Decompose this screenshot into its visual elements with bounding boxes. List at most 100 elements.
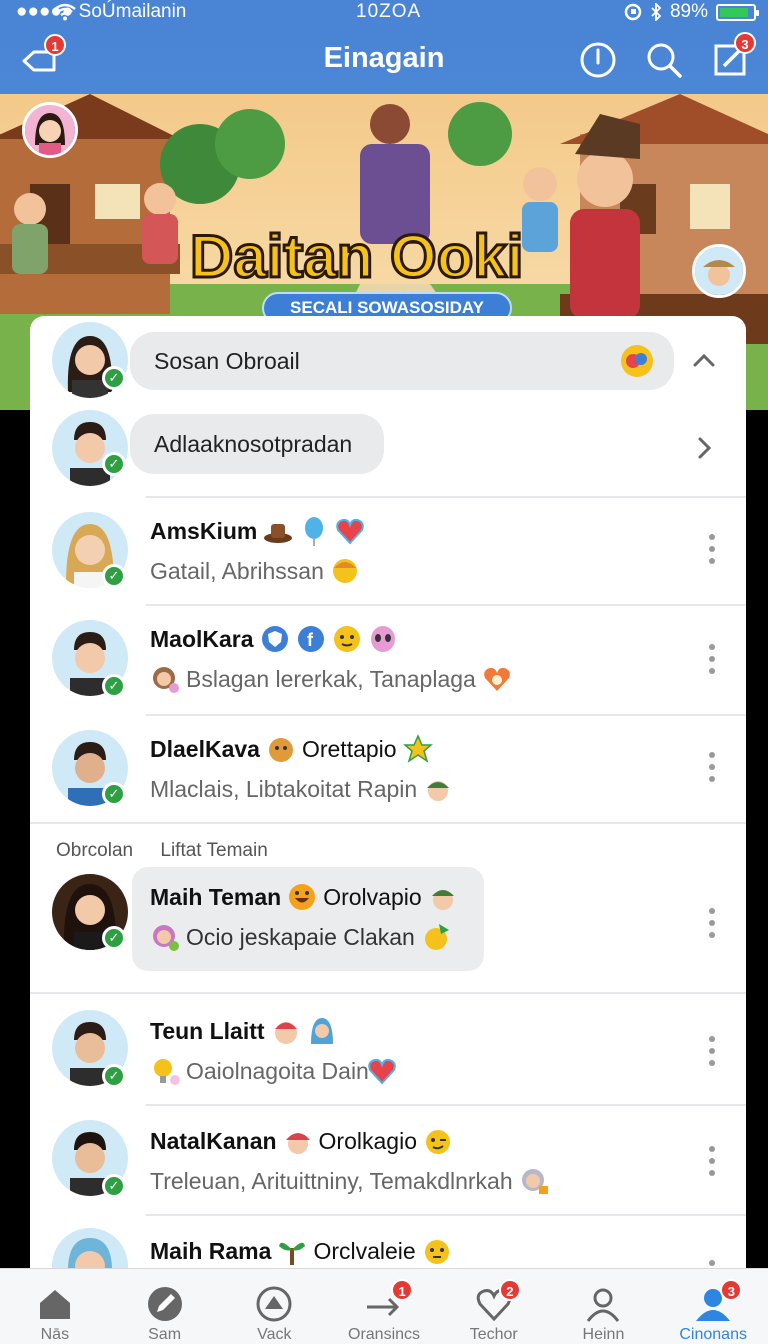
girl-emoji-icon bbox=[153, 667, 179, 693]
cowboy-avatar-icon bbox=[695, 247, 743, 295]
status-right: 89% bbox=[54, 1, 759, 23]
alert-circle-icon bbox=[580, 42, 616, 78]
top-item-bubble[interactable]: Sosan Obroail bbox=[130, 332, 674, 390]
tab-badge: 1 bbox=[391, 1279, 414, 1301]
contact-name-text: Maih Teman bbox=[150, 883, 282, 910]
battery-fill bbox=[720, 7, 748, 17]
top-item-2[interactable]: ✓ Adlaaknosotpradan bbox=[30, 404, 746, 496]
more-options-icon[interactable] bbox=[708, 644, 716, 680]
contact-row[interactable]: ✓ NatalKanan Orolkagio Treleuan, Arituit… bbox=[30, 1106, 746, 1214]
section-label-chats[interactable]: Obrcolan bbox=[56, 840, 133, 861]
tab-cinonans[interactable]: 3 Cinonans bbox=[658, 1269, 768, 1344]
alien-emoji-icon bbox=[370, 626, 395, 652]
soldier-emoji-icon bbox=[427, 781, 450, 801]
plant-emoji-icon bbox=[279, 1242, 306, 1265]
contact-name: Maih Teman Orolvapio bbox=[150, 882, 458, 912]
wink-emoji-icon bbox=[425, 1130, 450, 1154]
more-options-icon[interactable] bbox=[708, 1036, 716, 1072]
woman-avatar-icon bbox=[25, 105, 75, 155]
tab-heinn[interactable]: Heinn bbox=[549, 1269, 659, 1344]
face-emoji-icon bbox=[424, 1240, 449, 1264]
contact-subtitle: Gatail, Abrihssan bbox=[150, 556, 360, 586]
contact-subtitle-text: Treleuan, Arituittniny, Temakdlnrkah bbox=[150, 1167, 513, 1194]
more-options-icon[interactable] bbox=[708, 534, 716, 570]
heart-emoji-icon bbox=[368, 1058, 396, 1085]
person-outline-icon bbox=[587, 1288, 620, 1322]
contact-subtitle: Treleuan, Arituittniny, Temakdlnrkah bbox=[150, 1166, 549, 1196]
more-options-icon[interactable] bbox=[708, 908, 716, 944]
compose-badge: 3 bbox=[734, 32, 756, 54]
tab-label: Heinn bbox=[582, 1326, 625, 1343]
online-check-icon: ✓ bbox=[102, 564, 126, 588]
search-button[interactable] bbox=[644, 40, 684, 80]
cap-emoji-icon bbox=[285, 1133, 310, 1154]
tab-home[interactable]: Nās bbox=[0, 1269, 110, 1344]
bluetooth-icon bbox=[651, 3, 662, 21]
online-check-icon: ✓ bbox=[102, 366, 126, 390]
banner-title: Daitan Ooki bbox=[188, 222, 524, 292]
star-emoji-icon bbox=[402, 734, 433, 763]
top-item-1[interactable]: ✓ Sosan Obroail bbox=[30, 316, 746, 404]
balloon-emoji-icon bbox=[305, 517, 324, 546]
carrier-label: ●●●●● SoÚmailanin bbox=[16, 1, 187, 22]
tab-sam[interactable]: Sam bbox=[110, 1269, 220, 1344]
bottom-tab-bar: Nās Sam Vack 1 Oransincs 2 Techor Heinn … bbox=[0, 1268, 768, 1344]
online-check-icon: ✓ bbox=[102, 452, 126, 476]
contact-subtitle-text: Ocio jeskapaie Clakan bbox=[186, 923, 415, 950]
search-icon bbox=[647, 43, 682, 78]
contact-row[interactable]: ✓ DlaelKava Orettapio Mlaclais, Libtakoi… bbox=[30, 716, 746, 822]
shield-emoji-icon bbox=[261, 626, 288, 652]
online-check-icon: ✓ bbox=[102, 674, 126, 698]
section-label-friends[interactable]: Liftat Temain bbox=[160, 840, 267, 861]
contact-name-text: DlaelKava bbox=[150, 735, 260, 762]
tab-label: Techor bbox=[469, 1326, 518, 1343]
girl-emoji-icon bbox=[153, 925, 179, 951]
divider bbox=[30, 992, 746, 994]
tab-badge: 2 bbox=[498, 1279, 521, 1301]
top-item-label: Adlaaknosotpradan bbox=[154, 430, 353, 457]
heart-emoji-icon bbox=[336, 518, 365, 545]
explorer-emoji-icon bbox=[431, 890, 454, 910]
contact-row[interactable]: ✓ AmsKium Gatail, Abrihssan bbox=[30, 498, 746, 604]
face-emoji-icon bbox=[274, 1022, 297, 1044]
tab-vack[interactable]: Vack bbox=[219, 1269, 329, 1344]
orange-heart-emoji-icon bbox=[484, 667, 510, 691]
tab-label: Cinonans bbox=[679, 1326, 747, 1343]
contact-name-text: Teun Llaitt bbox=[150, 1017, 265, 1044]
banner-avatar-right[interactable] bbox=[692, 244, 746, 298]
more-options-icon[interactable] bbox=[708, 752, 716, 788]
blue-hair-emoji-icon bbox=[310, 1018, 333, 1044]
more-options-icon[interactable] bbox=[708, 1146, 716, 1182]
top-item-bubble[interactable]: Adlaaknosotpradan bbox=[130, 414, 384, 474]
facebook-emoji-icon: f bbox=[297, 626, 324, 652]
contact-name: Maih Rama Orclvaleie bbox=[150, 1236, 452, 1266]
app-header: 1 Einagain 3 bbox=[0, 26, 768, 94]
pencil-circle-icon bbox=[147, 1287, 182, 1321]
info-button[interactable] bbox=[578, 40, 618, 80]
divider bbox=[30, 822, 746, 824]
contact-row[interactable]: ✓ MaolKara f Bslagan lererkak, Tanaplaga bbox=[30, 606, 746, 714]
chevron-up-icon[interactable] bbox=[692, 348, 716, 372]
compose-button[interactable]: 3 bbox=[710, 32, 756, 80]
contact-name: DlaelKava Orettapio bbox=[150, 734, 433, 764]
banner-avatar-left[interactable] bbox=[22, 102, 78, 158]
smile-emoji-icon bbox=[333, 626, 360, 652]
tab-techor[interactable]: 2 Techor bbox=[439, 1269, 549, 1344]
contact-list-card: ✓ Sosan Obroail ✓ Adlaaknosotpradan ✓ Am… bbox=[30, 316, 746, 1344]
contact-subtitle: Mlaclais, Libtakoitat Rapin bbox=[150, 774, 453, 804]
contact-name-text: MaolKara bbox=[150, 625, 254, 652]
contact-extra-text: Orolkagio bbox=[318, 1127, 417, 1154]
contact-name: NatalKanan Orolkagio bbox=[150, 1126, 453, 1156]
colorful-badge-icon bbox=[621, 345, 653, 377]
online-check-icon: ✓ bbox=[102, 782, 126, 806]
contact-name: MaolKara f bbox=[150, 624, 398, 654]
contact-subtitle-text: Gatail, Abrihssan bbox=[150, 557, 324, 584]
contact-row[interactable]: ✓ Teun Llaitt Oaiolnagoita Dain bbox=[30, 996, 746, 1104]
compass-icon bbox=[256, 1286, 292, 1322]
contact-subtitle: Ocio jeskapaie Clakan bbox=[150, 922, 451, 952]
contact-row-highlighted[interactable]: ✓ Maih Teman Orolvapio Ocio jeskapaie Cl… bbox=[30, 864, 746, 976]
tab-oransincs[interactable]: 1 Oransincs bbox=[329, 1269, 439, 1344]
chevron-right-icon[interactable] bbox=[692, 436, 716, 460]
online-check-icon: ✓ bbox=[102, 1064, 126, 1088]
farmer-emoji-icon bbox=[424, 924, 449, 950]
